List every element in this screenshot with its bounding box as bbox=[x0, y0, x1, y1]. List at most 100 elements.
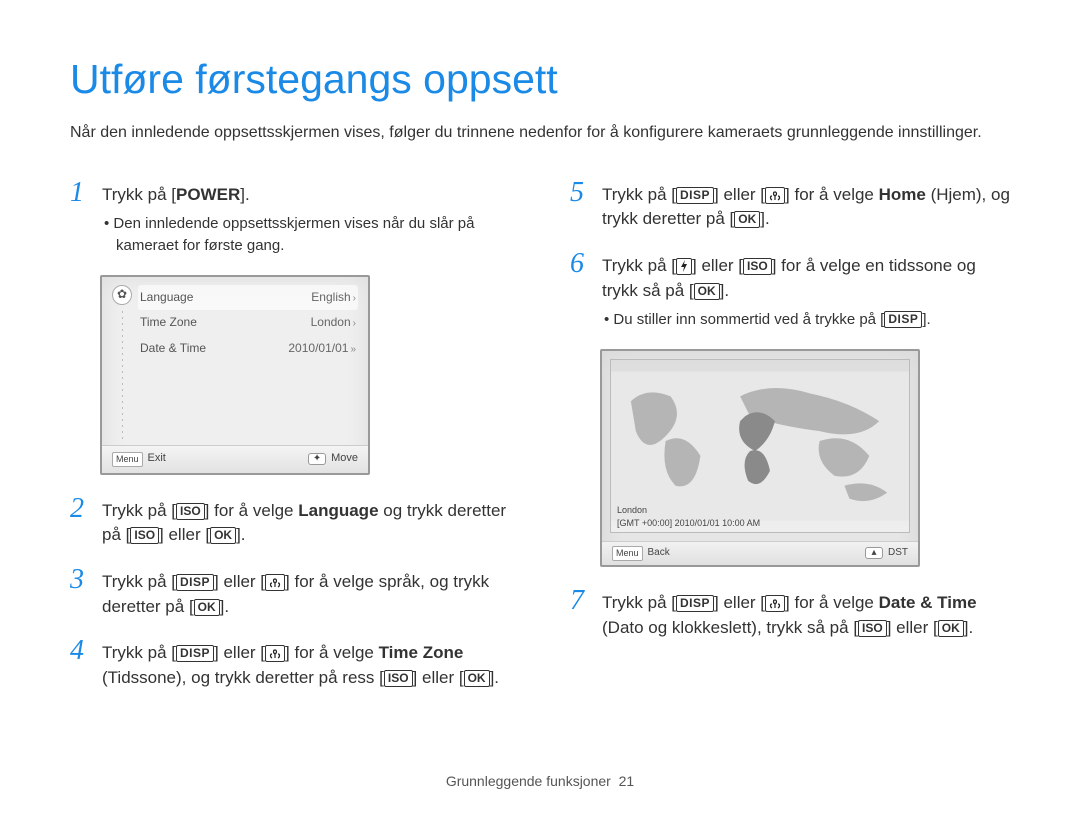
t: ]. bbox=[720, 281, 729, 300]
timezone-map-preview: London [GMT +00:00] 2010/01/01 10:00 AM … bbox=[600, 349, 920, 567]
t: ] eller [ bbox=[714, 593, 765, 612]
step-number: 3 bbox=[70, 566, 92, 619]
intro-text: Når den innledende oppsettsskjermen vise… bbox=[70, 121, 1010, 144]
page-footer: Grunnleggende funksjoner 21 bbox=[0, 771, 1080, 791]
t: ]. bbox=[490, 668, 499, 687]
two-column-layout: 1 Trykk på [POWER]. Den innledende oppse… bbox=[70, 179, 1010, 709]
language-label: Language bbox=[298, 501, 378, 520]
step-number: 2 bbox=[70, 495, 92, 548]
t: ] for å velge bbox=[785, 593, 879, 612]
lcd-row-language: Language English› bbox=[138, 285, 358, 311]
ok-key: OK bbox=[210, 527, 236, 544]
up-icon: ▴ bbox=[865, 547, 883, 559]
step-4: 4 Trykk på [DISP] eller [] for å velge T… bbox=[70, 637, 510, 690]
step-text-end: ]. bbox=[240, 185, 249, 204]
footer-page-number: 21 bbox=[619, 773, 635, 789]
lcd-row-timezone: Time Zone London› bbox=[138, 310, 358, 336]
home-label: Home bbox=[879, 185, 926, 204]
step-number: 4 bbox=[70, 637, 92, 690]
t: ] eller [ bbox=[214, 572, 265, 591]
step-5: 5 Trykk på [DISP] eller [] for å velge H… bbox=[570, 179, 1010, 232]
power-key: POWER bbox=[176, 185, 240, 204]
t: ]. bbox=[964, 618, 973, 637]
disp-key: DISP bbox=[884, 311, 922, 328]
datetime-label: Date & Time bbox=[879, 593, 977, 612]
ok-key: OK bbox=[734, 211, 760, 228]
t: ]. bbox=[922, 311, 930, 328]
left-column: 1 Trykk på [POWER]. Den innledende oppse… bbox=[70, 179, 510, 709]
t: ] eller [ bbox=[692, 256, 743, 275]
lcd-row-datetime: Date & Time 2010/01/01» bbox=[138, 336, 358, 362]
chevron-right-icon: › bbox=[353, 318, 356, 329]
iso-key: ISO bbox=[384, 670, 413, 687]
dpad-icon: ✦ bbox=[308, 453, 326, 465]
map-detail: [GMT +00:00] 2010/01/01 10:00 AM bbox=[617, 517, 903, 530]
step-number: 7 bbox=[570, 587, 592, 640]
macro-key bbox=[265, 574, 285, 591]
disp-key: DISP bbox=[676, 595, 714, 612]
setup-screen-preview: ✿ Language English› Time Zone London› Da… bbox=[100, 275, 370, 475]
footer-exit: Exit bbox=[148, 451, 166, 467]
t: Trykk på [ bbox=[102, 501, 176, 520]
t: ] for å velge bbox=[785, 185, 879, 204]
timezone-label: Time Zone bbox=[379, 643, 464, 662]
t: Trykk på [ bbox=[602, 593, 676, 612]
step-3: 3 Trykk på [DISP] eller [] for å velge s… bbox=[70, 566, 510, 619]
lcd-label: Time Zone bbox=[140, 314, 197, 332]
page-title: Utføre førstegangs oppsett bbox=[70, 50, 1010, 109]
step-7: 7 Trykk på [DISP] eller [] for å velge D… bbox=[570, 587, 1010, 640]
step-number: 5 bbox=[570, 179, 592, 232]
gear-icon: ✿ bbox=[112, 285, 132, 305]
disp-key: DISP bbox=[176, 574, 214, 591]
t: Du stiller inn sommertid ved å trykke på… bbox=[613, 311, 884, 328]
step-2: 2 Trykk på [ISO] for å velge Language og… bbox=[70, 495, 510, 548]
chevron-right-icon: › bbox=[353, 293, 356, 304]
t: ] eller [ bbox=[214, 643, 265, 662]
t: Trykk på [ bbox=[602, 185, 676, 204]
disp-key: DISP bbox=[176, 645, 214, 662]
t: (Dato og klokkeslett), trykk så på [ bbox=[602, 618, 858, 637]
chevron-right-icon: » bbox=[350, 344, 356, 355]
t: ] eller [ bbox=[887, 618, 938, 637]
macro-key bbox=[765, 595, 785, 612]
t: ] eller [ bbox=[413, 668, 464, 687]
lcd-label: Date & Time bbox=[140, 340, 206, 358]
flash-key bbox=[676, 258, 692, 275]
iso-key: ISO bbox=[130, 527, 159, 544]
step-6: 6 Trykk på [] eller [ISO] for å velge en… bbox=[570, 250, 1010, 331]
lcd-label: Language bbox=[140, 289, 193, 307]
t: ]. bbox=[220, 597, 229, 616]
footer-back: Back bbox=[648, 546, 670, 561]
right-column: 5 Trykk på [DISP] eller [] for å velge H… bbox=[570, 179, 1010, 709]
map-city: London bbox=[617, 504, 903, 517]
macro-key bbox=[765, 187, 785, 204]
step-number: 1 bbox=[70, 179, 92, 257]
t: Trykk på [ bbox=[102, 572, 176, 591]
footer-dst: DST bbox=[888, 546, 908, 561]
step-number: 6 bbox=[570, 250, 592, 331]
t: ] eller [ bbox=[714, 185, 765, 204]
macro-key bbox=[265, 645, 285, 662]
ok-key: OK bbox=[694, 283, 720, 300]
t: ] for å velge bbox=[285, 643, 379, 662]
step6-note: Du stiller inn sommertid ved å trykke på… bbox=[616, 309, 1010, 331]
footer-move: Move bbox=[331, 451, 358, 467]
t: Trykk på [ bbox=[602, 256, 676, 275]
iso-key: ISO bbox=[858, 620, 887, 637]
iso-key: ISO bbox=[176, 503, 205, 520]
t: ] for å velge bbox=[205, 501, 299, 520]
menu-button-icon: Menu bbox=[612, 546, 643, 561]
step1-note: Den innledende oppsettsskjermen vises nå… bbox=[116, 213, 510, 257]
ok-key: OK bbox=[464, 670, 490, 687]
t: ]. bbox=[236, 525, 245, 544]
lcd-value: English bbox=[311, 290, 350, 304]
t: ] eller [ bbox=[159, 525, 210, 544]
lcd-value: 2010/01/01 bbox=[288, 341, 348, 355]
step-1: 1 Trykk på [POWER]. Den innledende oppse… bbox=[70, 179, 510, 257]
ok-key: OK bbox=[938, 620, 964, 637]
step-text: Trykk på [ bbox=[102, 185, 176, 204]
t: (Tidssone), og trykk deretter på ress [ bbox=[102, 668, 384, 687]
iso-key: ISO bbox=[743, 258, 772, 275]
footer-section: Grunnleggende funksjoner bbox=[446, 773, 611, 789]
menu-button-icon: Menu bbox=[112, 452, 143, 467]
